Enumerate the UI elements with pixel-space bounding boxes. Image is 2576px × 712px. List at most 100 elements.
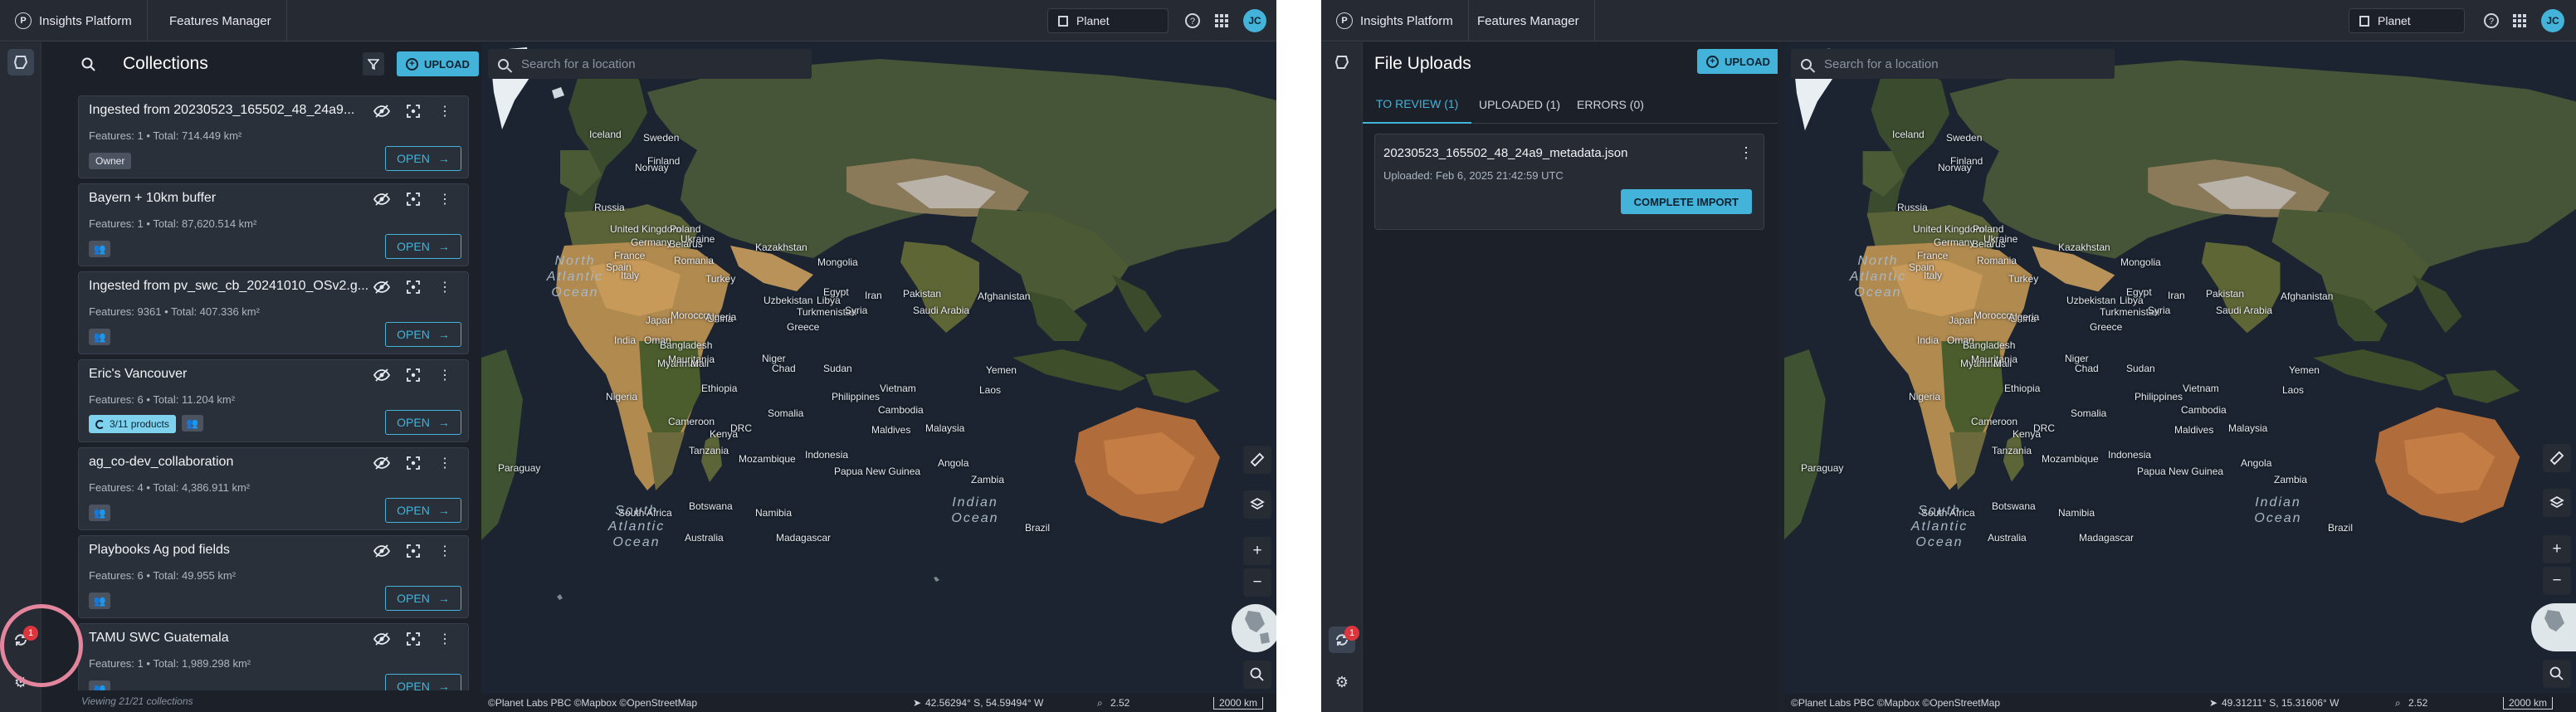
collection-title[interactable]: Playbooks Ag pod fields [89,543,371,558]
tab-features-manager[interactable]: Features Manager [154,0,287,41]
visibility-off-icon[interactable] [368,541,395,561]
zoom-in-button[interactable]: + [2543,535,2571,563]
tab-uploaded[interactable]: UPLOADED (1) [1466,85,1573,124]
avatar[interactable]: JC [2541,9,2564,32]
collection-card[interactable]: Ingested from pv_swc_cb_20241010_OSv2.g.… [78,271,469,354]
collection-card[interactable]: Bayern + 10km buffer ⋮ Features: 1 • Total… [78,183,469,266]
collection-title[interactable]: Bayern + 10km buffer [89,191,371,206]
zoom-out-button[interactable]: − [1243,568,1271,597]
more-menu-icon[interactable]: ⋮ [432,277,458,297]
country-label: Angola [2241,457,2272,469]
globe-toggle[interactable] [2531,603,2576,651]
ruler-icon[interactable] [2543,444,2571,472]
gear-icon[interactable]: ⚙ [1329,669,1355,695]
visibility-off-icon[interactable] [368,629,395,649]
zoom-search-icon[interactable] [2543,660,2571,688]
country-label: Papua New Guinea [834,466,921,477]
feature-count: Features: 6 [89,393,144,406]
collections-nav-icon[interactable] [1329,49,1355,76]
open-button[interactable]: OPEN → [385,498,461,523]
workspace-selector[interactable]: Planet [1047,8,1168,33]
more-menu-icon[interactable]: ⋮ [432,101,458,121]
shared-users-icon: 👥 [89,241,110,257]
help-circle-icon[interactable]: ? [1183,11,1203,31]
open-button[interactable]: OPEN → [385,322,461,347]
collection-card[interactable]: Playbooks Ag pod fields ⋮ Features: 6 • To… [78,535,469,618]
country-label: Papua New Guinea [2137,466,2224,477]
visibility-off-icon[interactable] [368,365,395,385]
help-circle-icon[interactable]: ? [2481,11,2501,31]
visibility-off-icon[interactable] [368,101,395,121]
products-badge[interactable]: 3/11 products [89,415,176,433]
collection-title[interactable]: ag_co-dev_collaboration [89,455,371,470]
zoom-search-icon[interactable] [1243,661,1271,689]
more-menu-icon[interactable]: ⋮ [432,189,458,209]
country-label: Somalia [2071,407,2107,419]
zoom-to-extent-icon[interactable] [400,101,427,121]
arrow-right-icon: → [437,592,450,605]
tab-features-manager[interactable]: Features Manager [1462,0,1595,41]
avatar[interactable]: JC [1243,9,1266,32]
workspace-selector[interactable]: Planet [2349,8,2465,33]
upload-button[interactable]: + UPLOAD [397,51,479,76]
country-label: Egypt [2126,286,2152,298]
collection-card[interactable]: Eric's Vancouver ⋮ Features: 6 • Total: 11… [78,359,469,442]
card-actions: ⋮ [368,101,458,121]
collection-title[interactable]: Eric's Vancouver [89,367,371,382]
map-view[interactable]: Iceland Sweden Finland Norway Russia United K… [1784,42,2576,712]
visibility-off-icon[interactable] [368,189,395,209]
separator-dot: • [143,569,154,582]
search-icon[interactable] [81,57,96,76]
map-status-bar: ©Planet Labs PBC ©Mapbox ©OpenStreetMap … [1784,694,2576,712]
ruler-icon[interactable] [1243,446,1271,474]
zoom-to-extent-icon[interactable] [400,277,427,297]
zoom-to-extent-icon[interactable] [400,453,427,473]
open-button[interactable]: OPEN → [385,410,461,435]
collection-card[interactable]: ag_co-dev_collaboration ⋮ Features: 4 • To… [78,447,469,530]
zoom-to-extent-icon[interactable] [400,541,427,561]
globe-toggle[interactable] [1232,604,1276,652]
filter-icon[interactable] [363,52,384,76]
collection-stats: Features: 4 • Total: 4,386.911 km² [89,481,250,494]
more-menu-icon[interactable]: ⋮ [432,365,458,385]
zoom-to-extent-icon[interactable] [400,189,427,209]
more-menu-icon[interactable]: ⋮ [432,541,458,561]
open-button[interactable]: OPEN → [385,146,461,171]
collection-title[interactable]: TAMU SWC Guatemala [89,631,371,646]
tab-errors[interactable]: ERRORS (0) [1564,85,1657,124]
tab-to-review[interactable]: TO REVIEW (1) [1363,85,1472,124]
zoom-icon: ⌕ [1097,696,1103,709]
collection-title[interactable]: Ingested from 20230523_165502_48_24a9... [89,103,371,118]
map-view[interactable]: Iceland Sweden Finland Norway Russia United K… [481,42,1276,712]
collection-title[interactable]: Ingested from pv_swc_cb_20241010_OSv2.g.… [89,279,371,294]
zoom-to-extent-icon[interactable] [400,629,427,649]
more-menu-icon[interactable]: ⋮ [432,453,458,473]
left-rail: 1 ⚙ [1321,42,1363,712]
layers-icon[interactable] [2543,489,2571,517]
tab-insights-platform[interactable]: P Insights Platform [0,0,148,41]
upload-button[interactable]: + UPLOAD [1697,49,1778,74]
location-search[interactable]: Search for a location [1791,49,2115,79]
complete-import-button[interactable]: COMPLETE IMPORT [1620,189,1752,214]
country-label: Algeria [2008,311,2040,323]
feature-count: Features: 6 [89,569,144,582]
layers-icon[interactable] [1243,490,1271,519]
country-label: Syria [2148,305,2171,316]
tab-insights-platform[interactable]: P Insights Platform [1321,0,1469,41]
more-menu-icon[interactable]: ⋮ [432,629,458,649]
zoom-out-button[interactable]: − [2543,567,2571,595]
collection-tags: 👥 [89,505,110,521]
grid-icon[interactable] [1212,11,1232,31]
open-button[interactable]: OPEN → [385,586,461,611]
visibility-off-icon[interactable] [368,277,395,297]
open-button[interactable]: OPEN → [385,234,461,259]
visibility-off-icon[interactable] [368,453,395,473]
location-search[interactable]: Search for a location [488,49,812,79]
zoom-to-extent-icon[interactable] [400,365,427,385]
grid-icon[interactable] [2510,11,2530,31]
collection-card[interactable]: Ingested from 20230523_165502_48_24a9...… [78,95,469,178]
total-area: Total: 4,386.911 km² [153,481,251,494]
collections-nav-icon[interactable] [7,49,34,76]
zoom-in-button[interactable]: + [1243,537,1271,565]
more-menu-icon[interactable]: ⋮ [1739,144,1754,162]
